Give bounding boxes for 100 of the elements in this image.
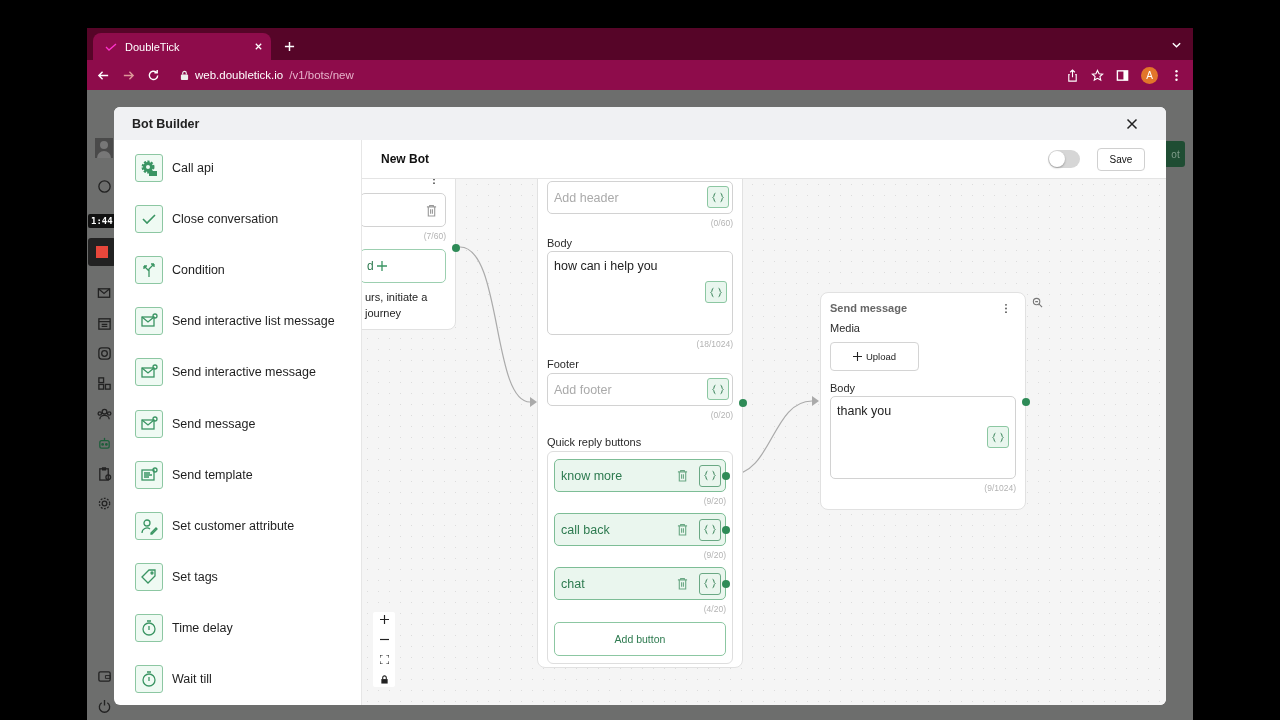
bot-title: New Bot <box>381 152 429 166</box>
avatar-icon[interactable] <box>95 138 113 158</box>
connection-port[interactable] <box>1021 398 1030 406</box>
footer-field[interactable]: Add footer <box>547 373 733 406</box>
plus-icon <box>376 261 387 271</box>
header-field[interactable]: Add header <box>547 181 733 214</box>
zoom-icon[interactable] <box>1032 297 1043 308</box>
connection-port[interactable] <box>451 244 460 252</box>
text-field[interactable] <box>362 193 446 227</box>
field-label: Quick reply buttons <box>547 435 643 449</box>
add-button[interactable]: Add button <box>554 622 726 656</box>
sidebar-item[interactable]: Send interactive message <box>135 346 361 398</box>
field-label: Body <box>547 236 574 250</box>
grid-icon[interactable] <box>96 376 112 391</box>
chat-icon[interactable] <box>96 179 112 194</box>
power-icon[interactable] <box>96 699 112 714</box>
sidebar-item[interactable]: Send interactive list message <box>135 295 361 347</box>
braces-icon <box>712 191 724 203</box>
recording-timer: 1:44 <box>88 214 116 228</box>
sidebar-item[interactable]: Close conversation <box>135 193 361 245</box>
sidebar-item[interactable]: Time delay <box>135 602 361 654</box>
trash-icon[interactable] <box>677 523 688 536</box>
envelope-icon <box>135 307 163 336</box>
braces-icon <box>992 431 1004 443</box>
branch-icon <box>135 255 163 284</box>
close-icon[interactable] <box>1126 117 1138 130</box>
trash-icon[interactable] <box>677 469 688 482</box>
trash-icon[interactable] <box>426 203 437 217</box>
sidebar-item[interactable]: Send template <box>135 449 361 501</box>
check-icon <box>135 204 163 233</box>
body-field[interactable]: thank you <box>830 396 1016 479</box>
template-icon <box>135 460 163 489</box>
node-description: journey <box>365 306 403 321</box>
address-field[interactable]: web.doubletick.io /v1/bots/new <box>180 69 354 81</box>
braces-icon <box>704 524 716 535</box>
character-counter: (4/20) <box>702 603 726 615</box>
node-title: Send message <box>830 302 908 314</box>
braces-icon <box>704 578 716 589</box>
stop-recording-button[interactable] <box>88 238 116 266</box>
character-counter: (0/60) <box>709 217 733 229</box>
sidebar-item[interactable]: Set customer attribute <box>135 500 361 552</box>
share-icon[interactable] <box>1066 68 1079 82</box>
upload-button[interactable]: Upload <box>830 342 919 371</box>
clipboard-icon[interactable] <box>96 466 112 481</box>
envelope-icon <box>135 409 163 438</box>
sidebar-item[interactable]: Send message <box>135 397 361 450</box>
variable-button[interactable] <box>699 518 721 541</box>
plus-icon <box>852 352 862 361</box>
connection-port[interactable] <box>721 472 730 480</box>
modal-title: Bot Builder <box>132 116 200 131</box>
toggle-switch[interactable] <box>1048 150 1080 168</box>
variable-button[interactable] <box>699 572 721 595</box>
connection-port[interactable] <box>738 399 747 407</box>
field-label: Media <box>830 321 861 335</box>
save-button[interactable]: Save <box>1097 147 1145 171</box>
fit-view-icon[interactable] <box>379 655 389 664</box>
tick-icon <box>105 42 117 51</box>
sidebar-item[interactable]: Set tags <box>135 551 361 603</box>
character-counter: (9/20) <box>702 549 726 561</box>
timer-icon <box>135 614 163 643</box>
gear-icon[interactable] <box>96 496 112 511</box>
timer-icon <box>135 665 163 694</box>
mail-icon[interactable] <box>96 286 112 301</box>
variable-button[interactable] <box>699 464 721 487</box>
field-label: Body <box>830 381 857 395</box>
reload-icon[interactable] <box>147 68 160 82</box>
trash-icon[interactable] <box>677 577 688 590</box>
camera-icon[interactable] <box>96 346 112 361</box>
body-field[interactable]: how can i help you <box>547 251 733 335</box>
braces-icon <box>704 470 716 481</box>
browser-tab[interactable]: DoubleTick <box>93 33 271 60</box>
calendar-icon[interactable] <box>96 316 112 331</box>
character-counter: (0/20) <box>709 409 733 421</box>
sidebar-item[interactable]: Condition <box>135 244 361 296</box>
character-counter: (18/1024) <box>695 338 733 350</box>
chevron-down-icon[interactable] <box>1171 41 1182 49</box>
people-icon[interactable] <box>96 406 112 421</box>
connection-port[interactable] <box>721 526 730 534</box>
person-edit-icon <box>135 511 163 540</box>
star-icon[interactable] <box>1091 68 1104 82</box>
add-button[interactable]: d <box>362 249 446 283</box>
sidebar-item[interactable]: Wait till <box>135 653 361 705</box>
node-description: urs, initiate a <box>365 290 429 305</box>
plus-icon[interactable] <box>284 41 295 52</box>
connection-port[interactable] <box>721 580 730 588</box>
wallet-icon[interactable] <box>96 669 112 684</box>
sidebar-item[interactable]: Call api <box>135 142 361 194</box>
character-counter: (9/1024) <box>983 482 1016 494</box>
lock-icon[interactable] <box>379 675 389 684</box>
character-counter: (9/20) <box>702 495 726 507</box>
character-counter: (7/60) <box>422 230 446 242</box>
envelope-icon <box>135 358 163 387</box>
tag-icon <box>135 563 163 592</box>
field-label: Footer <box>547 357 580 371</box>
gear-icon <box>135 153 163 182</box>
braces-icon <box>710 286 722 298</box>
zoom-in-icon[interactable] <box>379 615 389 624</box>
lock-icon <box>180 69 189 81</box>
sidebar-icon[interactable] <box>1116 68 1129 82</box>
more-icon[interactable] <box>1004 302 1008 314</box>
